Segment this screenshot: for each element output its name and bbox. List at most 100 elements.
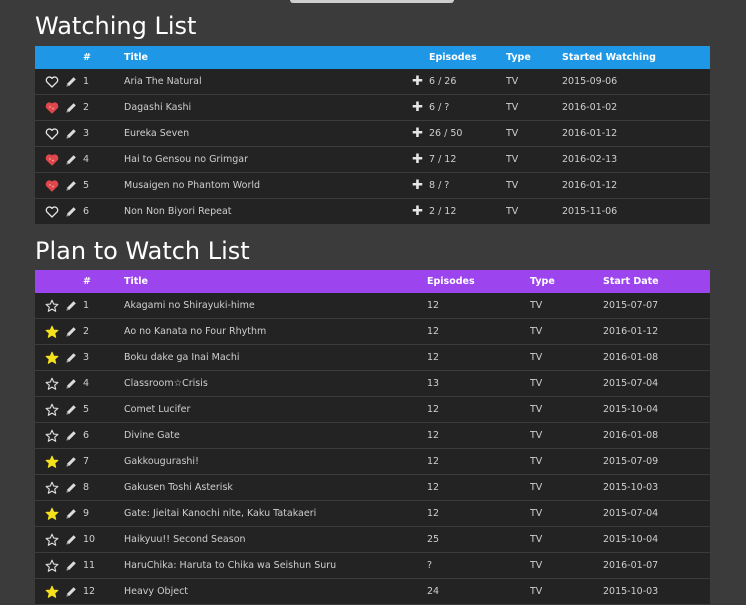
anime-title-link[interactable]: Haikyuu!! Second Season — [124, 534, 246, 545]
table-row[interactable]: 5 Comet Lucifer 12 TV 2015-10-04 — [35, 396, 710, 423]
table-row[interactable]: 9 Gate: Jieitai Kanochi nite, Kaku Tataka… — [35, 500, 710, 527]
episodes-column-header[interactable]: Episodes — [427, 270, 530, 293]
started-watching-column-header[interactable]: Started Watching — [562, 46, 710, 69]
row-type: TV — [506, 172, 562, 199]
table-row[interactable]: 1 Akagami no Shirayuki-hime 12 TV 2015-07-07 — [35, 293, 710, 319]
edit-pencil-icon[interactable] — [64, 481, 78, 495]
edit-pencil-icon[interactable] — [64, 429, 78, 443]
anime-title-link[interactable]: Divine Gate — [124, 430, 180, 441]
edit-pencil-icon[interactable] — [64, 325, 78, 339]
anime-title-link[interactable]: Gakkougurashi! — [124, 456, 199, 467]
edit-pencil-icon[interactable] — [64, 127, 78, 141]
table-row[interactable]: 6 Non Non Biyori Repeat ✚ 2 / 12 TV 2015-11-0… — [35, 198, 710, 225]
table-row[interactable]: 7 Gakkougurashi! 12 TV 2015-07-09 — [35, 448, 710, 475]
type-column-header[interactable]: Type — [506, 46, 562, 69]
anime-title-link[interactable]: Akagami no Shirayuki-hime — [124, 300, 255, 311]
anime-title-link[interactable]: Ao no Kanata no Four Rhythm — [124, 326, 266, 337]
table-row[interactable]: 4 Hai to Gensou no Grimgar ✚ 7 / 12 TV 2016-0… — [35, 146, 710, 173]
increment-episode-icon[interactable]: ✚ — [412, 126, 423, 141]
heart-filled-icon[interactable] — [45, 153, 59, 167]
edit-pencil-icon[interactable] — [64, 179, 78, 193]
star-filled-icon[interactable] — [45, 351, 59, 365]
star-outline-icon[interactable] — [45, 481, 59, 495]
heart-outline-icon[interactable] — [45, 127, 59, 141]
table-row[interactable]: 11 HaruChika: Haruta to Chika wa Seishun … — [35, 552, 710, 579]
increment-episode-icon[interactable]: ✚ — [412, 74, 423, 89]
increment-episode-icon[interactable]: ✚ — [412, 152, 423, 167]
row-episodes: 12 — [427, 422, 530, 449]
increment-episode-icon[interactable]: ✚ — [412, 100, 423, 115]
edit-pencil-icon[interactable] — [64, 377, 78, 391]
row-date: 2016-01-02 — [562, 94, 710, 121]
episodes-column-header[interactable]: Episodes — [429, 46, 506, 69]
table-row[interactable]: 8 Gakusen Toshi Asterisk 12 TV 2015-10-03 — [35, 474, 710, 501]
anime-title-link[interactable]: Dagashi Kashi — [124, 102, 191, 113]
anime-title-link[interactable]: HaruChika: Haruta to Chika wa Seishun Su… — [124, 560, 336, 571]
star-outline-icon[interactable] — [45, 429, 59, 443]
anime-title-link[interactable]: Hai to Gensou no Grimgar — [124, 154, 248, 165]
heart-filled-icon[interactable] — [45, 179, 59, 193]
actions-column-header — [35, 270, 83, 293]
star-outline-icon[interactable] — [45, 559, 59, 573]
edit-pencil-icon[interactable] — [64, 205, 78, 219]
heart-outline-icon[interactable] — [45, 205, 59, 219]
edit-pencil-icon[interactable] — [64, 75, 78, 89]
table-row[interactable]: 2 Ao no Kanata no Four Rhythm 12 TV 2016-01-… — [35, 318, 710, 345]
row-title: Hai to Gensou no Grimgar ✚ — [124, 146, 429, 173]
row-actions — [35, 344, 83, 371]
title-column-header[interactable]: Title — [124, 270, 427, 293]
anime-title-link[interactable]: Musaigen no Phantom World — [124, 180, 260, 191]
star-outline-icon[interactable] — [45, 377, 59, 391]
heart-outline-icon[interactable] — [45, 75, 59, 89]
number-column-header[interactable]: # — [83, 270, 124, 293]
star-filled-icon[interactable] — [45, 325, 59, 339]
edit-pencil-icon[interactable] — [64, 559, 78, 573]
star-outline-icon[interactable] — [45, 403, 59, 417]
star-filled-icon[interactable] — [45, 507, 59, 521]
edit-pencil-icon[interactable] — [64, 153, 78, 167]
anime-title-link[interactable]: Gakusen Toshi Asterisk — [124, 482, 233, 493]
anime-title-link[interactable]: Comet Lucifer — [124, 404, 190, 415]
edit-pencil-icon[interactable] — [64, 455, 78, 469]
anime-title-link[interactable]: Boku dake ga Inai Machi — [124, 352, 240, 363]
row-date: 2015-10-04 — [603, 396, 710, 423]
heart-filled-icon[interactable] — [45, 101, 59, 115]
edit-pencil-icon[interactable] — [64, 351, 78, 365]
increment-episode-icon[interactable]: ✚ — [412, 178, 423, 193]
row-actions — [35, 448, 83, 475]
edit-pencil-icon[interactable] — [64, 507, 78, 521]
table-row[interactable]: 10 Haikyuu!! Second Season 25 TV 2015-10-04 — [35, 526, 710, 553]
row-actions — [35, 69, 83, 95]
table-row[interactable]: 3 Boku dake ga Inai Machi 12 TV 2016-01-08 — [35, 344, 710, 371]
table-row[interactable]: 6 Divine Gate 12 TV 2016-01-08 — [35, 422, 710, 449]
type-column-header[interactable]: Type — [530, 270, 603, 293]
anime-title-link[interactable]: Gate: Jieitai Kanochi nite, Kaku Tatakae… — [124, 508, 316, 519]
table-row[interactable]: 4 Classroom☆Crisis 13 TV 2015-07-04 — [35, 370, 710, 397]
star-outline-icon[interactable] — [45, 533, 59, 547]
start-date-column-header[interactable]: Start Date — [603, 270, 710, 293]
star-filled-icon[interactable] — [45, 585, 59, 599]
edit-pencil-icon[interactable] — [64, 585, 78, 599]
star-outline-icon[interactable] — [45, 299, 59, 313]
edit-pencil-icon[interactable] — [64, 299, 78, 313]
edit-pencil-icon[interactable] — [64, 101, 78, 115]
star-filled-icon[interactable] — [45, 455, 59, 469]
row-type: TV — [530, 474, 603, 501]
table-row[interactable]: 5 Musaigen no Phantom World ✚ 8 / ? TV 2016-0… — [35, 172, 710, 199]
table-row[interactable]: 3 Eureka Seven ✚ 26 / 50 TV 2016-01-12 — [35, 120, 710, 147]
anime-title-link[interactable]: Classroom☆Crisis — [124, 378, 208, 389]
table-row[interactable]: 1 Aria The Natural ✚ 6 / 26 TV 2015-09-06 — [35, 69, 710, 95]
number-column-header[interactable]: # — [83, 46, 124, 69]
table-row[interactable]: 2 Dagashi Kashi ✚ 6 / ? TV 2016-01-02 — [35, 94, 710, 121]
anime-title-link[interactable]: Heavy Object — [124, 586, 188, 597]
anime-title-link[interactable]: Non Non Biyori Repeat — [124, 206, 232, 217]
anime-title-link[interactable]: Aria The Natural — [124, 76, 202, 87]
increment-episode-icon[interactable]: ✚ — [412, 204, 423, 219]
top-toolbar-handle[interactable] — [290, 0, 454, 3]
edit-pencil-icon[interactable] — [64, 403, 78, 417]
watching-table: # Title Episodes Type Started Watching 1… — [35, 46, 710, 225]
table-row[interactable]: 12 Heavy Object 24 TV 2015-10-03 — [35, 578, 710, 605]
edit-pencil-icon[interactable] — [64, 533, 78, 547]
anime-title-link[interactable]: Eureka Seven — [124, 128, 189, 139]
title-column-header[interactable]: Title — [124, 46, 429, 69]
